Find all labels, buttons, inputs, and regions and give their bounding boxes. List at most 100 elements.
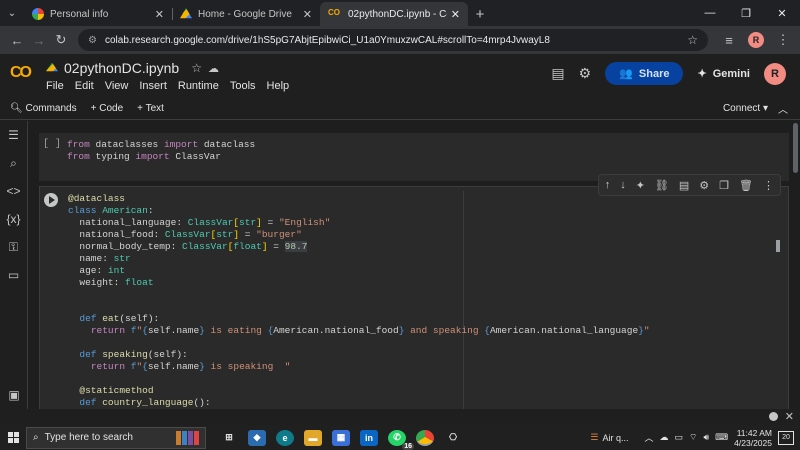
code-editor-1[interactable]: from dataclasses import dataclass from t…: [67, 139, 255, 163]
clock-time: 11:42 AM: [736, 427, 772, 438]
files-folder-icon[interactable]: ▭: [0, 261, 27, 289]
comment-icon[interactable]: ▤: [679, 179, 689, 192]
weather-widget[interactable]: ☰ Air q...: [590, 432, 628, 443]
terminal-icon[interactable]: ▣: [0, 381, 28, 409]
settings-gear-icon[interactable]: ⚙: [579, 65, 592, 82]
taskbar-apps: ⊞ ◆ e ▬ ▦ in ✆ 16 ⎔: [220, 429, 462, 450]
tab-search-chevron-icon[interactable]: ⌄: [0, 0, 24, 26]
add-code-button[interactable]: + Code: [91, 103, 124, 114]
site-info-icon[interactable]: ⚙: [88, 35, 97, 46]
media-controls-icon[interactable]: ≡: [718, 33, 740, 48]
delete-icon[interactable]: 🗑︎: [739, 179, 753, 192]
menu-runtime[interactable]: Runtime: [178, 80, 219, 92]
find-replace-icon[interactable]: ⌕: [0, 149, 27, 177]
share-button[interactable]: 👥 Share: [605, 62, 684, 85]
battery-icon[interactable]: ▭: [675, 432, 684, 443]
star-icon[interactable]: ☆: [191, 61, 202, 75]
bookmark-star-icon[interactable]: ☆: [687, 33, 698, 47]
notification-center-icon[interactable]: 20: [778, 430, 794, 445]
close-icon[interactable]: ✕: [451, 8, 460, 21]
reload-icon[interactable]: ↻: [50, 32, 72, 48]
cell-settings-icon[interactable]: ⚙: [699, 179, 709, 192]
code-cell-2[interactable]: @dataclass class American: national_lang…: [39, 186, 789, 409]
language-icon[interactable]: ⌨: [715, 432, 728, 443]
tab-google-drive[interactable]: Home - Google Drive ✕: [172, 2, 320, 26]
notification-count: 20: [782, 434, 790, 441]
search-highlight-icon: [176, 430, 199, 445]
profile-avatar[interactable]: R: [748, 32, 764, 48]
move-up-icon[interactable]: ↑: [605, 179, 611, 191]
tray-chevron-icon[interactable]: ︿: [645, 431, 654, 444]
drive-icon: [46, 62, 58, 72]
windows-start-icon[interactable]: [0, 432, 26, 443]
url-input[interactable]: ⚙ colab.research.google.com/drive/1hS5pG…: [78, 29, 708, 51]
run-cell-button[interactable]: [44, 193, 58, 207]
more-options-icon[interactable]: ⋮: [763, 179, 774, 192]
forward-icon[interactable]: →: [28, 33, 50, 48]
network-icon[interactable]: ⌔: [689, 432, 697, 443]
window-close-icon[interactable]: ✕: [764, 0, 800, 26]
whatsapp-icon[interactable]: ✆ 16: [388, 429, 414, 450]
comments-icon[interactable]: ▤: [551, 65, 564, 82]
menu-view[interactable]: View: [105, 80, 129, 92]
table-of-contents-icon[interactable]: ☰: [0, 121, 27, 149]
file-explorer-icon[interactable]: ▬: [304, 429, 322, 446]
gemini-cell-icon[interactable]: ✦: [636, 179, 645, 192]
weather-text: Air q...: [602, 432, 629, 443]
tab-colab[interactable]: CO 02pythonDC.ipynb - Colab ✕: [320, 2, 468, 26]
taskbar-search-input[interactable]: ⌕ Type here to search: [26, 426, 206, 449]
new-tab-button[interactable]: +: [468, 2, 492, 26]
mirror-cell-icon[interactable]: ❐: [719, 179, 729, 192]
close-icon[interactable]: ✕: [155, 8, 164, 21]
app-icon[interactable]: ◆: [248, 429, 266, 446]
restore-icon[interactable]: ❐: [728, 0, 764, 26]
cloud-sync-icon[interactable]: ☁: [208, 62, 219, 75]
browser-tab-strip: ⌄ Personal info ✕ Home - Google Drive ✕ …: [0, 0, 800, 26]
clock-date: 4/23/2025: [734, 437, 772, 448]
close-status-icon[interactable]: ✕: [785, 410, 794, 423]
tab-title: Home - Google Drive: [198, 8, 292, 20]
tab-personal-info[interactable]: Personal info ✕: [24, 2, 172, 26]
connect-button[interactable]: Connect ▾: [723, 103, 768, 114]
link-icon[interactable]: ⛓: [655, 179, 669, 192]
runtime-status-icon[interactable]: [769, 412, 778, 421]
move-down-icon[interactable]: ↓: [620, 179, 626, 191]
code-editor-2[interactable]: @dataclass class American: national_lang…: [68, 193, 650, 409]
back-icon[interactable]: ←: [6, 33, 28, 48]
add-text-button[interactable]: + Text: [137, 103, 164, 114]
notebook-title[interactable]: 02pythonDC.ipynb: [64, 60, 179, 76]
onedrive-icon[interactable]: ☁: [660, 432, 669, 443]
code-snippets-icon[interactable]: <>: [0, 177, 27, 205]
google-drive-icon: [180, 8, 192, 19]
task-view-icon[interactable]: ⊞: [220, 430, 238, 446]
scrollbar-thumb[interactable]: [793, 123, 798, 173]
minimize-icon[interactable]: —: [692, 0, 728, 26]
dropdown-caret-icon[interactable]: ▾: [763, 103, 768, 114]
collapse-chevron-icon[interactable]: ︿: [778, 101, 788, 116]
menu-insert[interactable]: Insert: [139, 80, 167, 92]
account-avatar[interactable]: R: [764, 62, 786, 85]
system-tray: ☰ Air q... ︿ ☁ ▭ ⌔ 🔊︎ ⌨ 11:42 AM 4/23/202…: [590, 428, 800, 448]
volume-icon[interactable]: 🔊︎: [704, 432, 710, 443]
taskbar-clock[interactable]: 11:42 AM 4/23/2025: [734, 428, 772, 448]
url-text: colab.research.google.com/drive/1hS5pG7A…: [104, 34, 550, 46]
menu-edit[interactable]: Edit: [75, 80, 94, 92]
window-controls: — ❐ ✕: [692, 0, 800, 26]
linkedin-icon[interactable]: in: [360, 429, 378, 446]
close-icon[interactable]: ✕: [303, 8, 312, 21]
chatgpt-icon[interactable]: ⎔: [444, 430, 462, 446]
secrets-key-icon[interactable]: ⚿: [0, 233, 27, 261]
search-icon: 🔍︎: [10, 103, 26, 114]
variables-icon[interactable]: {x}: [0, 205, 27, 233]
notebook-scrollbar[interactable]: [791, 121, 800, 409]
gemini-button[interactable]: ✦ Gemini: [697, 67, 750, 81]
commands-button[interactable]: 🔍︎ Commands: [10, 103, 77, 114]
menu-help[interactable]: Help: [267, 80, 290, 92]
chrome-icon[interactable]: [416, 429, 434, 446]
edge-icon[interactable]: e: [276, 429, 294, 446]
browser-menu-icon[interactable]: ⋮: [772, 32, 794, 48]
microsoft-store-icon[interactable]: ▦: [332, 429, 350, 446]
colab-logo[interactable]: CO: [10, 64, 32, 82]
menu-file[interactable]: File: [46, 80, 64, 92]
menu-tools[interactable]: Tools: [230, 80, 256, 92]
